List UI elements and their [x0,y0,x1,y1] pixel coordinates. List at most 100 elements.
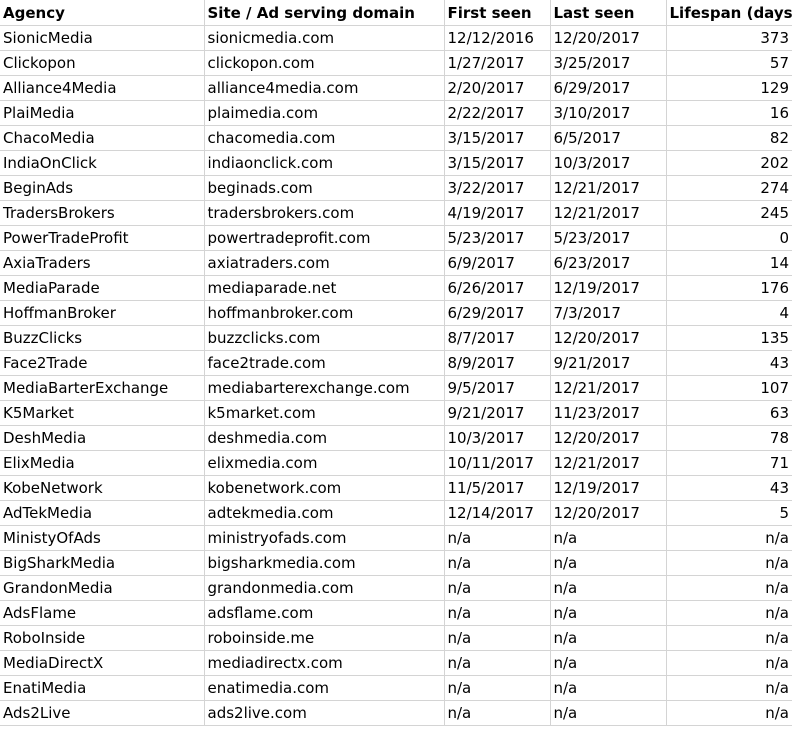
last-seen-cell[interactable]: n/a [550,575,667,601]
agency-cell[interactable]: EnatiMedia [0,675,205,701]
lifespan-cell[interactable]: 107 [666,375,792,401]
last-seen-cell[interactable]: 12/21/2017 [550,450,667,476]
domain-cell[interactable]: clickopon.com [204,50,445,76]
domain-cell[interactable]: grandonmedia.com [204,575,445,601]
domain-cell[interactable]: enatimedia.com [204,675,445,701]
last-seen-cell[interactable]: 12/20/2017 [550,325,667,351]
domain-cell[interactable]: kobenetwork.com [204,475,445,501]
first-seen-cell[interactable]: 3/22/2017 [444,175,551,201]
first-seen-cell[interactable]: 10/3/2017 [444,425,551,451]
last-seen-cell[interactable]: n/a [550,675,667,701]
header-agency[interactable]: Agency [0,0,205,26]
domain-cell[interactable]: adsflame.com [204,600,445,626]
agency-cell[interactable]: GrandonMedia [0,575,205,601]
domain-cell[interactable]: ads2live.com [204,700,445,726]
last-seen-cell[interactable]: 12/21/2017 [550,375,667,401]
domain-cell[interactable]: k5market.com [204,400,445,426]
last-seen-cell[interactable]: 12/20/2017 [550,500,667,526]
last-seen-cell[interactable]: 5/23/2017 [550,225,667,251]
last-seen-cell[interactable]: 12/19/2017 [550,275,667,301]
last-seen-cell[interactable]: n/a [550,550,667,576]
agency-cell[interactable]: TradersBrokers [0,200,205,226]
agency-cell[interactable]: HoffmanBroker [0,300,205,326]
last-seen-cell[interactable]: n/a [550,600,667,626]
agency-cell[interactable]: BigSharkMedia [0,550,205,576]
first-seen-cell[interactable]: 2/22/2017 [444,100,551,126]
agency-cell[interactable]: RoboInside [0,625,205,651]
agency-cell[interactable]: K5Market [0,400,205,426]
agency-cell[interactable]: IndiaOnClick [0,150,205,176]
first-seen-cell[interactable]: 9/21/2017 [444,400,551,426]
lifespan-cell[interactable]: n/a [666,525,792,551]
first-seen-cell[interactable]: 4/19/2017 [444,200,551,226]
agency-cell[interactable]: BuzzClicks [0,325,205,351]
last-seen-cell[interactable]: 9/21/2017 [550,350,667,376]
agency-cell[interactable]: MediaParade [0,275,205,301]
first-seen-cell[interactable]: 5/23/2017 [444,225,551,251]
first-seen-cell[interactable]: n/a [444,525,551,551]
domain-cell[interactable]: deshmedia.com [204,425,445,451]
first-seen-cell[interactable]: 1/27/2017 [444,50,551,76]
lifespan-cell[interactable]: 202 [666,150,792,176]
last-seen-cell[interactable]: 11/23/2017 [550,400,667,426]
lifespan-cell[interactable]: 129 [666,75,792,101]
domain-cell[interactable]: face2trade.com [204,350,445,376]
first-seen-cell[interactable]: n/a [444,650,551,676]
last-seen-cell[interactable]: 7/3/2017 [550,300,667,326]
last-seen-cell[interactable]: 12/20/2017 [550,25,667,51]
domain-cell[interactable]: adtekmedia.com [204,500,445,526]
domain-cell[interactable]: ministryofads.com [204,525,445,551]
last-seen-cell[interactable]: 3/25/2017 [550,50,667,76]
domain-cell[interactable]: mediadirectx.com [204,650,445,676]
lifespan-cell[interactable]: 16 [666,100,792,126]
lifespan-cell[interactable]: 43 [666,475,792,501]
first-seen-cell[interactable]: 8/7/2017 [444,325,551,351]
last-seen-cell[interactable]: 3/10/2017 [550,100,667,126]
first-seen-cell[interactable]: n/a [444,675,551,701]
agency-cell[interactable]: Clickopon [0,50,205,76]
lifespan-cell[interactable]: 43 [666,350,792,376]
domain-cell[interactable]: hoffmanbroker.com [204,300,445,326]
lifespan-cell[interactable]: 82 [666,125,792,151]
domain-cell[interactable]: sionicmedia.com [204,25,445,51]
first-seen-cell[interactable]: 8/9/2017 [444,350,551,376]
lifespan-cell[interactable]: n/a [666,675,792,701]
domain-cell[interactable]: elixmedia.com [204,450,445,476]
first-seen-cell[interactable]: 6/29/2017 [444,300,551,326]
domain-cell[interactable]: buzzclicks.com [204,325,445,351]
lifespan-cell[interactable]: 71 [666,450,792,476]
agency-cell[interactable]: MediaDirectX [0,650,205,676]
lifespan-cell[interactable]: n/a [666,700,792,726]
domain-cell[interactable]: tradersbrokers.com [204,200,445,226]
lifespan-cell[interactable]: 176 [666,275,792,301]
agency-cell[interactable]: AdsFlame [0,600,205,626]
last-seen-cell[interactable]: n/a [550,525,667,551]
lifespan-cell[interactable]: 0 [666,225,792,251]
domain-cell[interactable]: chacomedia.com [204,125,445,151]
domain-cell[interactable]: roboinside.me [204,625,445,651]
header-lifespan[interactable]: Lifespan (days) [666,0,792,26]
domain-cell[interactable]: powertradeprofit.com [204,225,445,251]
domain-cell[interactable]: beginads.com [204,175,445,201]
first-seen-cell[interactable]: n/a [444,700,551,726]
domain-cell[interactable]: alliance4media.com [204,75,445,101]
first-seen-cell[interactable]: n/a [444,600,551,626]
last-seen-cell[interactable]: 12/21/2017 [550,200,667,226]
last-seen-cell[interactable]: 10/3/2017 [550,150,667,176]
lifespan-cell[interactable]: n/a [666,625,792,651]
last-seen-cell[interactable]: 6/5/2017 [550,125,667,151]
last-seen-cell[interactable]: 12/21/2017 [550,175,667,201]
last-seen-cell[interactable]: 12/20/2017 [550,425,667,451]
last-seen-cell[interactable]: n/a [550,650,667,676]
lifespan-cell[interactable]: n/a [666,650,792,676]
first-seen-cell[interactable]: 11/5/2017 [444,475,551,501]
domain-cell[interactable]: bigsharkmedia.com [204,550,445,576]
first-seen-cell[interactable]: 3/15/2017 [444,125,551,151]
lifespan-cell[interactable]: n/a [666,550,792,576]
last-seen-cell[interactable]: 6/23/2017 [550,250,667,276]
header-first-seen[interactable]: First seen [444,0,551,26]
first-seen-cell[interactable]: n/a [444,550,551,576]
lifespan-cell[interactable]: 14 [666,250,792,276]
first-seen-cell[interactable]: 6/26/2017 [444,275,551,301]
lifespan-cell[interactable]: 373 [666,25,792,51]
